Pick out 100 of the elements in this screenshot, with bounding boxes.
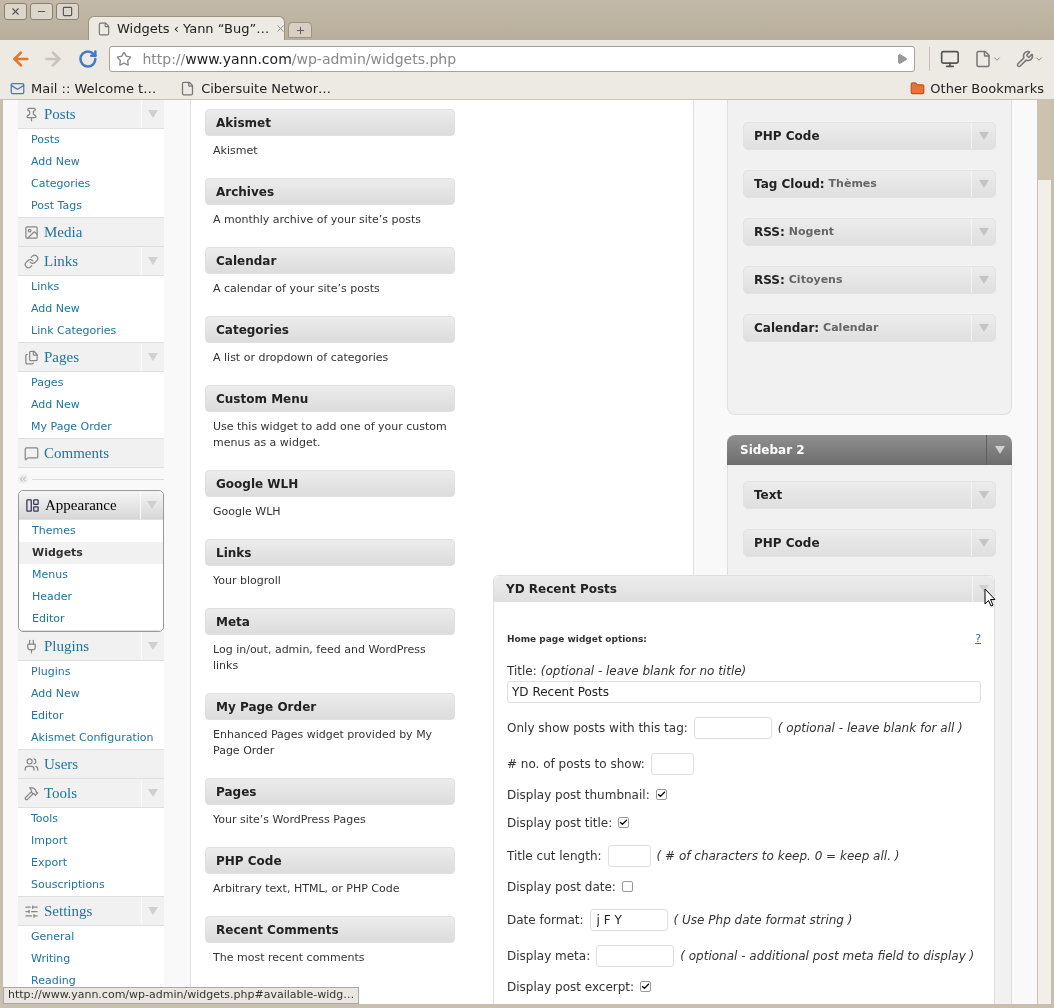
input-field[interactable]: YD Recent Posts [507, 680, 981, 703]
submenu-item[interactable]: Import [18, 830, 164, 852]
bookmark-link[interactable]: Mail :: Welcome t… [10, 78, 157, 99]
widget-header[interactable]: Archives [205, 178, 455, 205]
widget-header[interactable]: RSS: Citoyens [743, 266, 996, 294]
checkbox[interactable] [621, 881, 633, 892]
submenu-item[interactable]: Plugins [18, 661, 164, 683]
widget-header[interactable]: PHP Code [205, 847, 455, 874]
toggle-arrow-icon[interactable] [148, 110, 158, 118]
mail-icon [10, 81, 25, 96]
toggle-arrow-icon[interactable] [978, 324, 989, 332]
submenu-item[interactable]: Post Tags [18, 195, 164, 217]
toggle-arrow-icon[interactable] [148, 257, 158, 265]
widget-header[interactable]: Meta [205, 608, 455, 635]
new-tab-button[interactable] [288, 22, 312, 38]
input-field[interactable] [650, 752, 694, 775]
widget-header[interactable]: Text [743, 481, 996, 509]
toggle-arrow-icon[interactable] [978, 539, 989, 547]
url-text: http://www.yann.com/wp-admin/widgets.php [142, 49, 458, 69]
widget-header[interactable]: Google WLH [205, 470, 455, 497]
submenu-item[interactable]: Link Categories [18, 320, 164, 342]
toggle-arrow-icon[interactable] [978, 132, 989, 140]
input-field[interactable] [607, 844, 651, 867]
widget-header[interactable]: RSS: Nogent [743, 218, 996, 246]
toggle-arrow-icon[interactable] [994, 446, 1005, 454]
submenu-item[interactable]: Pages [18, 372, 164, 394]
submenu-item[interactable]: Akismet Configuration [18, 727, 164, 749]
submenu-item[interactable]: Export [18, 852, 164, 874]
submenu-item[interactable]: General [18, 926, 164, 948]
menu-header[interactable]: Settings [18, 897, 164, 926]
toggle-arrow-icon[interactable] [978, 491, 989, 499]
reload-icon[interactable] [77, 49, 98, 69]
submenu-item[interactable]: Menus [19, 564, 163, 586]
submenu-item[interactable]: Add New [18, 394, 164, 416]
checkbox[interactable] [655, 789, 667, 800]
toggle-arrow-icon[interactable] [148, 353, 158, 361]
menu-header[interactable]: Links [18, 247, 164, 276]
input-field[interactable]: j F Y [589, 908, 668, 931]
close-icon[interactable] [4, 3, 27, 20]
widget-header[interactable]: PHP Code [743, 529, 996, 557]
maximize-icon[interactable] [56, 3, 79, 20]
page-menu-icon[interactable] [973, 50, 1002, 68]
collapse-icon[interactable] [18, 474, 28, 484]
sidebar-header[interactable]: Sidebar 2 [727, 435, 1012, 465]
help-link[interactable]: ? [975, 631, 981, 648]
toggle-arrow-icon[interactable] [978, 228, 989, 236]
submenu-item[interactable]: Add New [18, 683, 164, 705]
submenu-item[interactable]: Links [18, 276, 164, 298]
wrench-icon[interactable] [1015, 50, 1044, 68]
widget-header[interactable]: Calendar [205, 247, 455, 274]
submenu-item[interactable]: Editor [18, 705, 164, 727]
menu-header[interactable]: Appearance [19, 491, 163, 520]
browser-tab[interactable]: Widgets ‹ Yann “Bug”… [88, 16, 285, 40]
submenu-item[interactable]: Add New [18, 298, 164, 320]
submenu-item[interactable]: Widgets [19, 542, 163, 564]
submenu-item[interactable]: My Page Order [18, 416, 164, 438]
widget-header[interactable]: Tag Cloud: Thèmes [743, 170, 996, 198]
toggle-arrow-icon[interactable] [148, 907, 158, 915]
bookmark-link[interactable]: Cibersuite Networ… [180, 78, 331, 99]
widget-header[interactable]: PHP Code [743, 122, 996, 150]
widget-header[interactable]: Akismet [205, 109, 455, 136]
monitor-icon[interactable] [940, 49, 960, 69]
widget-panel[interactable] [493, 575, 995, 1004]
address-bar[interactable]: http://www.yann.com/wp-admin/widgets.php [109, 46, 916, 72]
submenu-item[interactable]: Souscriptions [18, 874, 164, 896]
checkbox[interactable] [618, 817, 630, 828]
input-field[interactable] [596, 944, 675, 967]
toggle-arrow-icon[interactable] [148, 789, 158, 797]
menu-header[interactable]: Pages [18, 343, 164, 372]
submenu-item[interactable]: Posts [18, 129, 164, 151]
toggle-arrow-icon[interactable] [978, 276, 989, 284]
scrollbar[interactable] [1037, 100, 1051, 1004]
menu-header[interactable]: Plugins [18, 632, 164, 661]
widget-title: YD Recent Posts [505, 581, 618, 598]
menu-header[interactable]: Tools [18, 779, 164, 808]
toggle-arrow-icon[interactable] [978, 180, 989, 188]
submenu-item[interactable]: Add New [18, 151, 164, 173]
submenu-item[interactable]: Categories [18, 173, 164, 195]
submenu-item[interactable]: Writing [18, 948, 164, 970]
widget-header[interactable]: Categories [205, 316, 455, 343]
submenu-item[interactable]: Editor [19, 608, 163, 630]
widget-header[interactable]: Pages [205, 778, 455, 805]
checkbox[interactable] [640, 981, 652, 992]
input-field[interactable] [693, 716, 772, 739]
minimize-icon[interactable] [30, 3, 53, 20]
submenu-item[interactable]: Themes [19, 520, 163, 542]
widget-header[interactable]: My Page Order [205, 693, 455, 720]
menu-header[interactable]: Users [18, 750, 164, 779]
menu-header[interactable]: Media [18, 218, 164, 247]
widget-header[interactable]: Recent Comments [205, 916, 455, 943]
menu-header[interactable]: Comments [18, 439, 164, 468]
widget-header[interactable]: Custom Menu [205, 385, 455, 412]
submenu-item[interactable]: Tools [18, 808, 164, 830]
menu-header[interactable]: Posts [18, 100, 164, 129]
other-bookmarks-button[interactable]: Other Bookmarks [910, 78, 1044, 99]
submenu-item[interactable]: Header [19, 586, 163, 608]
toggle-arrow-icon[interactable] [148, 642, 158, 650]
widget-header[interactable]: Calendar: Calendar [743, 314, 996, 342]
toggle-arrow-icon[interactable] [147, 501, 157, 509]
widget-header[interactable]: Links [205, 539, 455, 566]
